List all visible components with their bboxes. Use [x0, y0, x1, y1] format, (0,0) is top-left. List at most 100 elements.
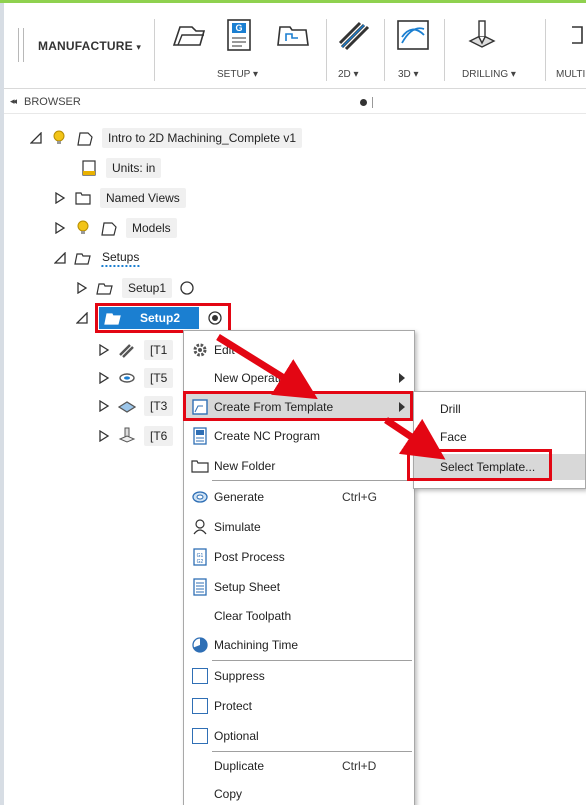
tree-label-units: Units: in	[106, 158, 162, 178]
tree-label-named-views: Named Views	[100, 188, 186, 208]
tree-node-op2[interactable]: [T5	[98, 367, 174, 389]
expanded-triangle-icon[interactable]	[29, 131, 42, 144]
folder-icon	[74, 189, 92, 207]
3d-group-label[interactable]: 3D ▾	[398, 69, 419, 80]
collapsed-triangle-icon[interactable]	[98, 343, 110, 357]
collapsed-triangle-icon[interactable]	[98, 429, 110, 443]
menu-separator	[212, 751, 412, 752]
menu-item-post-process[interactable]: G1 G2 Post Process	[184, 544, 414, 570]
menu-item-edit[interactable]: Edit	[184, 337, 414, 363]
browser-resize-handle[interactable]	[372, 97, 373, 108]
tree-node-op3[interactable]: [T3	[98, 395, 174, 417]
setup-folder-icon[interactable]	[274, 17, 312, 55]
toolbar-separator	[444, 19, 445, 81]
2d-group-label[interactable]: 2D ▾	[338, 69, 359, 80]
tree-node-units[interactable]: Units: in	[80, 157, 162, 179]
browser-header: ◂◂ BROWSER	[4, 90, 586, 114]
pin-icon[interactable]	[360, 99, 367, 106]
tree-node-models[interactable]: Models	[54, 217, 177, 239]
new-setup-icon[interactable]	[170, 17, 208, 55]
tree-node-op1[interactable]: [T1	[98, 339, 174, 361]
3d-adaptive-icon[interactable]	[394, 17, 432, 55]
lightbulb-icon[interactable]	[50, 129, 68, 147]
lightbulb-icon[interactable]	[74, 219, 92, 237]
clock-pie-icon	[191, 636, 209, 654]
submenu-item-face[interactable]: Face	[414, 424, 585, 450]
drilling-group-label[interactable]: DRILLING ▾	[462, 69, 516, 80]
expanded-triangle-icon[interactable]	[75, 311, 88, 324]
suppress-checkbox[interactable]	[192, 668, 208, 684]
activate-radio-icon[interactable]	[178, 279, 196, 297]
collapsed-triangle-icon[interactable]	[54, 191, 66, 205]
tree-label-root: Intro to 2D Machining_Complete v1	[102, 128, 303, 148]
collapsed-triangle-icon[interactable]	[98, 371, 110, 385]
contour-op-icon	[118, 369, 136, 387]
submenu-item-drill[interactable]: Drill	[414, 396, 585, 422]
tree-node-named-views[interactable]: Named Views	[54, 187, 186, 209]
menu-item-generate[interactable]: Generate Ctrl+G	[184, 484, 414, 510]
toolbar-separator	[384, 19, 385, 81]
menu-item-protect[interactable]: Protect	[184, 693, 414, 719]
menu-separator	[212, 660, 412, 661]
multi-axis-group-label[interactable]: MULTI	[556, 69, 585, 80]
menu-item-clear-toolpath[interactable]: Clear Toolpath	[184, 603, 414, 629]
folder-icon	[191, 457, 209, 475]
tree-label-op2: [T5	[144, 368, 174, 388]
drill-icon[interactable]	[462, 17, 500, 55]
document-icon	[76, 129, 94, 147]
submenu-arrow-icon	[399, 373, 405, 383]
collapsed-triangle-icon[interactable]	[76, 281, 88, 295]
optional-checkbox[interactable]	[192, 728, 208, 744]
menu-item-new-folder[interactable]: New Folder	[184, 453, 414, 479]
tree-node-setup2[interactable]	[75, 307, 96, 329]
chevron-down-icon: ▾	[136, 42, 142, 52]
units-icon	[80, 159, 98, 177]
menu-item-new-operation[interactable]: New Operation	[184, 365, 414, 391]
tree-node-setup1[interactable]: Setup1	[76, 277, 204, 299]
tree-label-op3: [T3	[144, 396, 174, 416]
toolbar: MANUFACTURE ▾ G SETUP ▾ 2D ▾ 3D ▾ DRILLI…	[4, 3, 586, 89]
menu-item-copy[interactable]: Copy	[184, 781, 414, 805]
generate-icon	[191, 488, 209, 506]
drill-op-icon	[118, 427, 136, 445]
setups-folder-icon	[74, 249, 92, 267]
collapsed-triangle-icon[interactable]	[54, 221, 66, 235]
document-icon	[100, 219, 118, 237]
collapse-icon[interactable]: ◂◂	[10, 96, 17, 107]
tree-label-setups: Setups	[100, 249, 142, 267]
tree-node-root[interactable]: Intro to 2D Machining_Complete v1	[29, 127, 303, 149]
tree-label-models: Models	[126, 218, 177, 238]
collapsed-triangle-icon[interactable]	[98, 399, 110, 413]
tree-label-op1: [T1	[144, 340, 174, 360]
menu-item-machining-time[interactable]: Machining Time	[184, 632, 414, 658]
toolbar-grip[interactable]	[18, 28, 24, 62]
menu-item-simulate[interactable]: Simulate	[184, 514, 414, 540]
workspace-switcher-button[interactable]: MANUFACTURE ▾	[38, 39, 141, 53]
menu-item-setup-sheet[interactable]: Setup Sheet	[184, 574, 414, 600]
select-template-callout-box	[407, 449, 552, 481]
browser-title: BROWSER	[24, 96, 81, 108]
menu-separator	[212, 480, 412, 481]
menu-item-optional[interactable]: Optional	[184, 723, 414, 749]
setup-icon	[96, 279, 114, 297]
simulate-icon	[191, 518, 209, 536]
multi-axis-icon[interactable]	[568, 17, 586, 55]
face-op-icon	[117, 397, 137, 415]
tree-node-setups[interactable]: Setups	[53, 247, 142, 269]
setup-sheet-icon	[191, 578, 209, 596]
expanded-triangle-icon[interactable]	[53, 251, 66, 264]
tree-label-setup1: Setup1	[122, 278, 173, 298]
create-from-template-callout-box	[183, 391, 413, 421]
toolbar-separator	[545, 19, 546, 81]
2d-pocket-icon[interactable]	[336, 17, 374, 55]
protect-checkbox[interactable]	[192, 698, 208, 714]
nc-program-icon[interactable]: G	[220, 17, 258, 55]
setup2-callout-box	[95, 303, 231, 333]
setup-group-label[interactable]: SETUP ▾	[217, 69, 258, 80]
toolbar-separator	[326, 19, 327, 81]
menu-item-suppress[interactable]: Suppress	[184, 663, 414, 689]
tree-node-op4[interactable]: [T6	[98, 425, 174, 447]
pocket-op-icon	[118, 341, 136, 359]
menu-item-create-nc-program[interactable]: Create NC Program	[184, 423, 414, 449]
menu-item-duplicate[interactable]: Duplicate Ctrl+D	[184, 753, 414, 779]
